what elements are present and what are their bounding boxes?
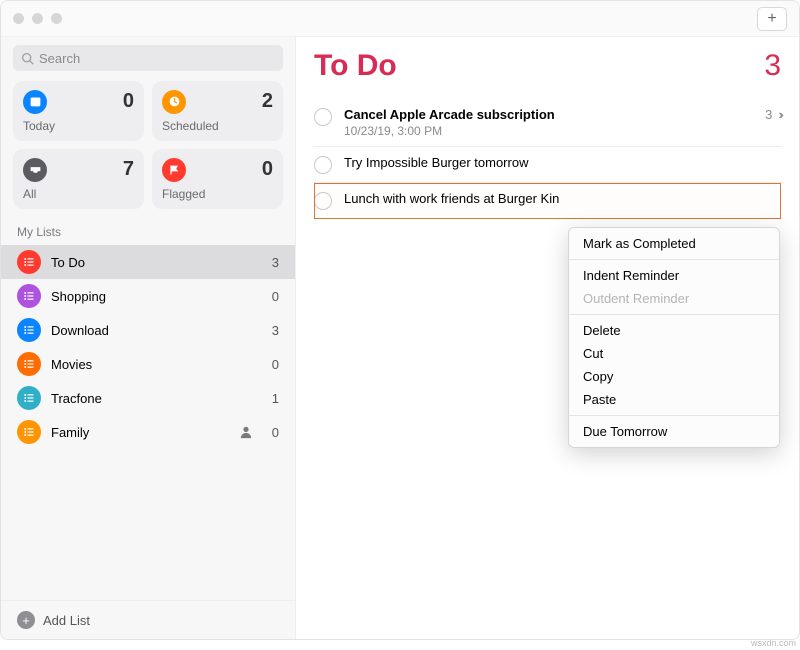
list-bullet-icon [17,386,41,410]
list-name: To Do [51,255,261,270]
main-header: To Do 3 [314,49,781,83]
inbox-icon [23,158,47,182]
smart-lists: 0 Today 2 Scheduled 7 All [1,81,295,221]
smart-label: Flagged [162,187,273,201]
menu-separator [569,259,779,260]
list-count: 3 [261,323,279,338]
list-name: Tracfone [51,391,261,406]
reminder-row[interactable]: Cancel Apple Arcade subscription 10/23/19… [314,99,781,147]
list-name: Family [51,425,239,440]
menu-paste[interactable]: Paste [569,388,779,411]
smart-list-flagged[interactable]: 0 Flagged [152,149,283,209]
menu-separator [569,314,779,315]
sidebar: Search 0 Today 2 Scheduled [1,37,296,639]
calendar-icon [23,90,47,114]
titlebar: + [1,1,799,37]
search-placeholder: Search [39,51,80,66]
complete-toggle[interactable] [314,156,332,174]
app-window: + Search 0 Today [0,0,800,640]
plus-icon: + [767,10,776,28]
menu-mark-completed[interactable]: Mark as Completed [569,232,779,255]
complete-toggle[interactable] [314,108,332,126]
reminder-body: Cancel Apple Arcade subscription 10/23/19… [344,107,765,138]
list-bullet-icon [17,250,41,274]
menu-delete[interactable]: Delete [569,319,779,342]
my-lists: To Do3Shopping0Download3Movies0Tracfone1… [1,245,295,600]
smart-label: Scheduled [162,119,273,133]
menu-cut[interactable]: Cut [569,342,779,365]
list-bullet-icon [17,352,41,376]
sidebar-list-item[interactable]: Movies0 [1,347,295,381]
menu-outdent: Outdent Reminder [569,287,779,310]
menu-separator [569,415,779,416]
plus-circle-icon: + [17,611,35,629]
list-count: 3 [764,49,781,83]
list-name: Movies [51,357,261,372]
list-count: 0 [261,425,279,440]
clock-icon [162,90,186,114]
list-name: Shopping [51,289,261,304]
main-pane: To Do 3 Cancel Apple Arcade subscription… [296,37,799,639]
window-controls [13,13,62,24]
reminder-body: Lunch with work friends at Burger Kin [344,191,781,206]
sidebar-list-item[interactable]: Shopping0 [1,279,295,313]
add-list-button[interactable]: + Add List [1,600,295,639]
zoom-window-button[interactable] [51,13,62,24]
smart-count: 2 [186,90,273,113]
context-menu: Mark as Completed Indent Reminder Outden… [568,227,780,448]
list-bullet-icon [17,420,41,444]
sidebar-list-item[interactable]: To Do3 [1,245,295,279]
smart-list-all[interactable]: 7 All [13,149,144,209]
disclosure-chevrons-icon[interactable]: ›› [778,107,781,122]
list-count: 0 [261,289,279,304]
reminder-body: Try Impossible Burger tomorrow [344,155,781,170]
reminders-list: Cancel Apple Arcade subscription 10/23/19… [314,99,781,219]
reminder-row[interactable]: Try Impossible Burger tomorrow [314,147,781,183]
close-window-button[interactable] [13,13,24,24]
menu-indent[interactable]: Indent Reminder [569,264,779,287]
shared-icon [239,425,253,439]
sidebar-list-item[interactable]: Download3 [1,313,295,347]
smart-label: All [23,187,134,201]
reminder-title: Cancel Apple Arcade subscription [344,107,765,122]
list-count: 1 [261,391,279,406]
list-title: To Do [314,49,764,83]
section-label: My Lists [1,221,295,245]
list-count: 0 [261,357,279,372]
reminder-meta: 3 ›› [765,107,781,122]
smart-count: 0 [47,90,134,113]
reminder-title: Try Impossible Burger tomorrow [344,155,781,170]
reminder-row[interactable]: Lunch with work friends at Burger Kin [314,183,781,219]
sidebar-list-item[interactable]: Tracfone1 [1,381,295,415]
reminder-subtitle: 10/23/19, 3:00 PM [344,124,765,138]
sidebar-list-item[interactable]: Family 0 [1,415,295,449]
list-bullet-icon [17,318,41,342]
minimize-window-button[interactable] [32,13,43,24]
reminder-title: Lunch with work friends at Burger Kin [344,191,781,206]
subtask-count: 3 [765,107,772,122]
list-name: Download [51,323,261,338]
menu-copy[interactable]: Copy [569,365,779,388]
search-input[interactable]: Search [13,45,283,71]
add-reminder-button[interactable]: + [757,7,787,31]
smart-list-today[interactable]: 0 Today [13,81,144,141]
list-count: 3 [261,255,279,270]
smart-count: 7 [47,158,134,181]
search-icon [21,52,34,65]
complete-toggle[interactable] [314,192,332,210]
watermark: wsxdn.com [751,638,796,648]
smart-list-scheduled[interactable]: 2 Scheduled [152,81,283,141]
window-body: Search 0 Today 2 Scheduled [1,37,799,639]
menu-due-tomorrow[interactable]: Due Tomorrow [569,420,779,443]
list-bullet-icon [17,284,41,308]
add-list-label: Add List [43,613,90,628]
smart-count: 0 [186,158,273,181]
flag-icon [162,158,186,182]
smart-label: Today [23,119,134,133]
